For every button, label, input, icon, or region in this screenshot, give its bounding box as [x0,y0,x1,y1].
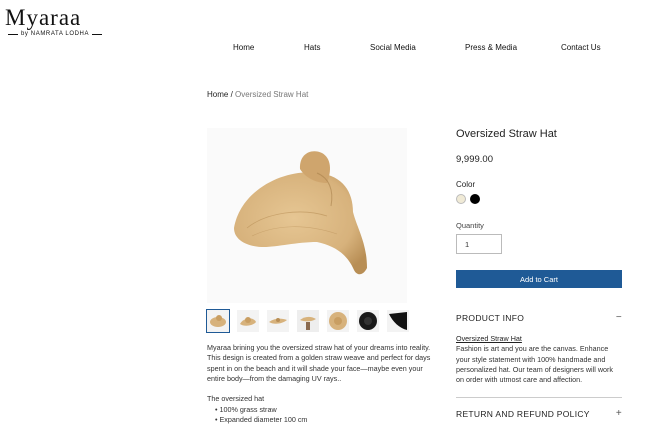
quantity-label: Quantity [456,221,484,230]
product-info-subtitle: Oversized Straw Hat [456,334,522,343]
tagline-rule-right [92,33,103,35]
breadcrumb-separator: / [228,90,236,99]
straw-hat-image [234,151,367,275]
thumbnail-straw-hat-top[interactable] [327,310,349,332]
color-swatches [456,194,480,204]
thumbnail-black-hat-top[interactable] [357,310,379,332]
thumbnail-strip [206,309,409,333]
product-info-title: PRODUCT INFO [456,312,525,323]
brand-tagline: by NAMRATA LODHA [21,31,90,37]
refund-policy-header[interactable]: RETURN AND REFUND POLICY + [456,408,622,419]
thumbnail-black-hat-side[interactable] [387,310,409,332]
brand-logo[interactable]: Myaraa by NAMRATA LODHA [5,5,103,37]
thumbnail-straw-hat-model[interactable] [297,310,319,332]
thumbnail-straw-hat-front[interactable] [206,309,230,333]
breadcrumb-home[interactable]: Home [207,90,228,99]
nav-item-home[interactable]: Home [233,43,254,52]
expand-icon[interactable]: + [616,408,622,419]
product-title: Oversized Straw Hat [456,128,557,140]
product-price: 9,999.00 [456,154,493,165]
description-list: 100% grass straw Expanded diameter 100 c… [207,405,437,426]
color-swatch-black[interactable] [470,194,480,204]
breadcrumb: Home / Oversized Straw Hat [207,90,308,99]
thumbnail-straw-hat-side[interactable] [237,310,259,332]
breadcrumb-current: Oversized Straw Hat [235,90,309,99]
refund-policy-title: RETURN AND REFUND POLICY [456,408,590,419]
product-description: Myaraa brining you the oversized straw h… [207,343,437,425]
product-info-text: Fashion is art and you are the canvas. E… [456,344,613,385]
product-main-image[interactable] [207,128,407,303]
product-info-header[interactable]: PRODUCT INFO − [456,312,622,323]
thumbnail-straw-hat-flat[interactable] [267,310,289,332]
quantity-input[interactable]: 1 [456,234,502,254]
nav-item-hats[interactable]: Hats [304,43,320,52]
tagline-rule-left [8,33,18,35]
brand-tagline-row: by NAMRATA LODHA [5,31,103,37]
nav-item-social-media[interactable]: Social Media [370,43,416,52]
description-intro: Myaraa brining you the oversized straw h… [207,343,431,383]
description-list-title: The oversized hat [207,394,265,404]
nav-item-contact-us[interactable]: Contact Us [561,43,601,52]
nav-item-press-media[interactable]: Press & Media [465,43,517,52]
color-label: Color [456,180,476,189]
color-swatch-cream[interactable] [456,194,466,204]
collapse-icon[interactable]: − [616,312,622,323]
accordion-divider [456,397,622,398]
description-list-item: Expanded diameter 100 cm [215,415,437,425]
description-list-item: 100% grass straw [215,405,437,415]
product-info-body: Oversized Straw Hat Fashion is art and y… [456,334,622,385]
main-nav: Home Hats Social Media Press & Media Con… [0,43,650,55]
brand-name: Myaraa [5,5,82,30]
add-to-cart-button[interactable]: Add to Cart [456,270,622,288]
